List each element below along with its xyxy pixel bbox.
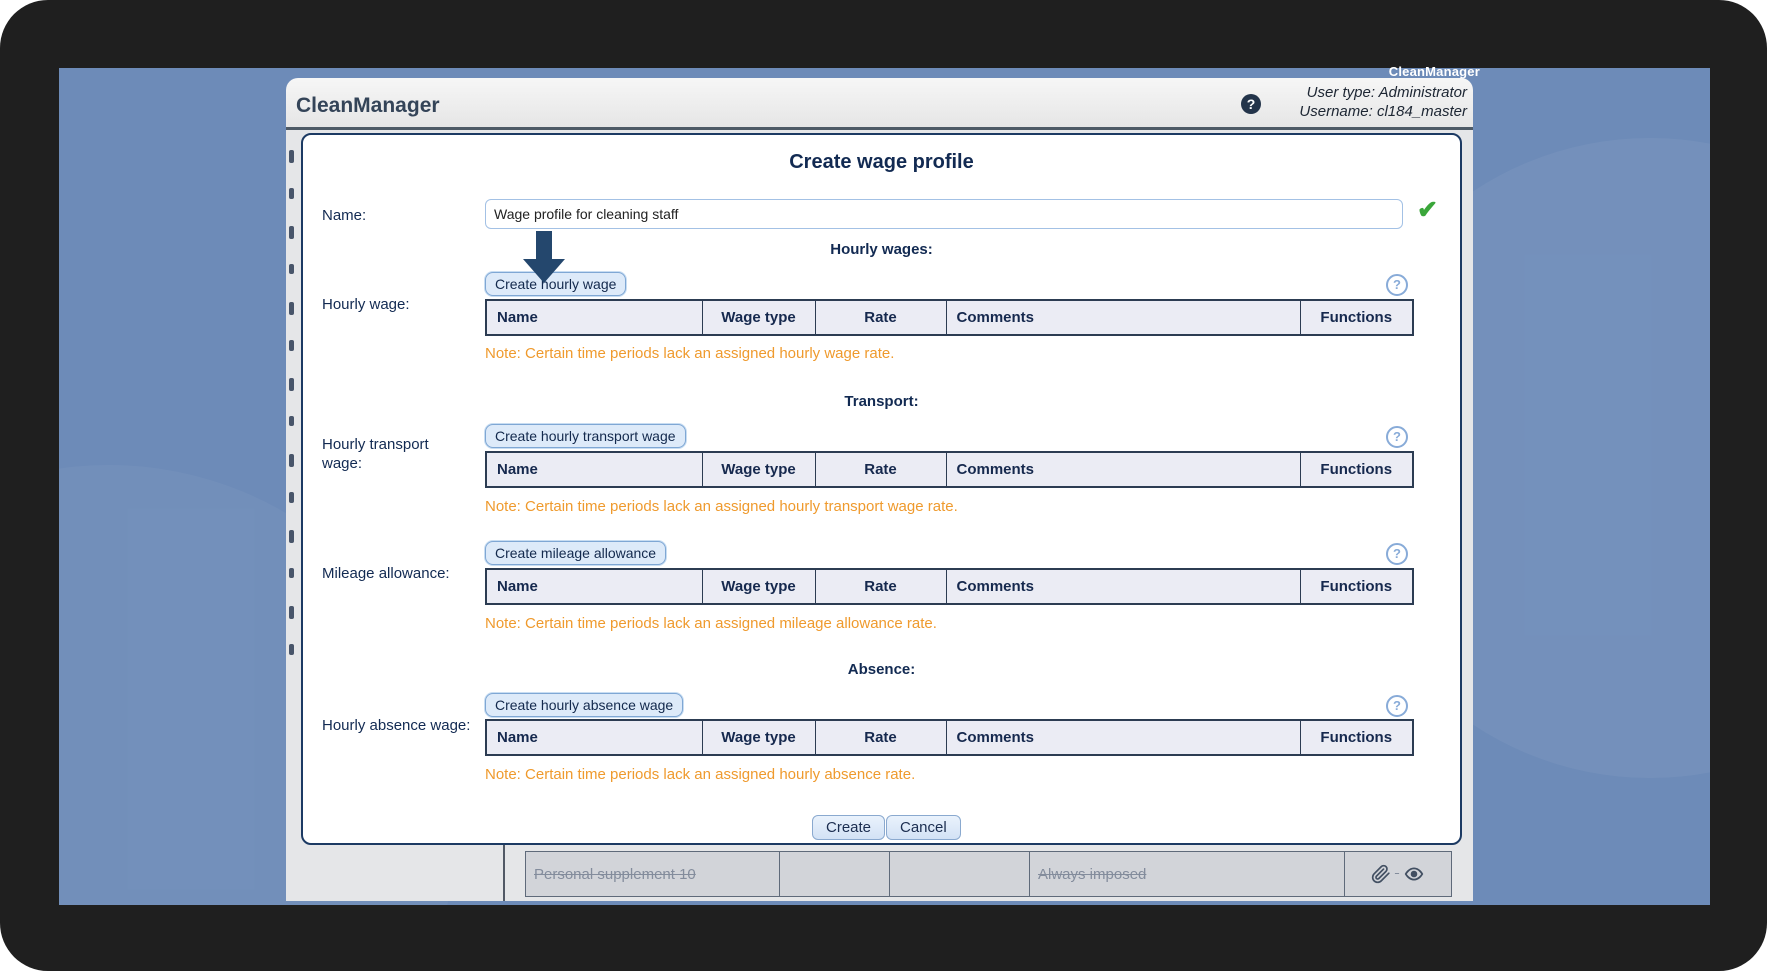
column-header: Name bbox=[485, 719, 703, 756]
create-wage-profile-dialog: Create wage profile Name: ✔ Hourly wages… bbox=[301, 133, 1462, 845]
warning-note: Note: Certain time periods lack an assig… bbox=[485, 766, 916, 783]
column-header: Comments bbox=[945, 719, 1301, 756]
username-text: Username: cl184_master bbox=[1299, 103, 1467, 120]
hourly-transport-wage-label: Hourly transport wage: bbox=[322, 436, 429, 472]
tutorial-arrow-icon bbox=[523, 259, 565, 283]
warning-note: Note: Certain time periods lack an assig… bbox=[485, 498, 958, 515]
column-header: Wage type bbox=[701, 451, 816, 488]
column-header: Comments bbox=[945, 451, 1301, 488]
mileage-allowance-label: Mileage allowance: bbox=[322, 565, 450, 582]
name-input[interactable] bbox=[485, 199, 1403, 229]
hourly-absence-wage-table: Name Wage type Rate Comments Functions bbox=[485, 719, 1414, 756]
column-header: Functions bbox=[1299, 568, 1414, 605]
create-hourly-transport-wage-button[interactable]: Create hourly transport wage bbox=[485, 424, 686, 448]
column-header: Rate bbox=[814, 299, 947, 336]
help-icon[interactable]: ? bbox=[1386, 426, 1408, 448]
hourly-wage-table: Name Wage type Rate Comments Functions bbox=[485, 299, 1414, 336]
name-label: Name: bbox=[322, 207, 367, 224]
column-header: Rate bbox=[814, 451, 947, 488]
screenshot-stage: CleanManager CleanManager ? User type: A… bbox=[0, 0, 1767, 971]
warning-note: Note: Certain time periods lack an assig… bbox=[485, 615, 937, 632]
column-header: Name bbox=[485, 451, 703, 488]
column-header: Wage type bbox=[701, 719, 816, 756]
section-heading-transport: Transport: bbox=[844, 393, 919, 410]
warning-note: Note: Certain time periods lack an assig… bbox=[485, 345, 895, 362]
hourly-absence-wage-label: Hourly absence wage: bbox=[322, 717, 471, 734]
help-icon[interactable]: ? bbox=[1386, 274, 1408, 296]
help-icon[interactable]: ? bbox=[1386, 543, 1408, 565]
column-header: Functions bbox=[1299, 719, 1414, 756]
column-header: Functions bbox=[1299, 299, 1414, 336]
create-button[interactable]: Create bbox=[812, 815, 886, 840]
section-heading-absence: Absence: bbox=[847, 661, 916, 678]
hourly-transport-wage-table: Name Wage type Rate Comments Functions bbox=[485, 451, 1414, 488]
column-header: Wage type bbox=[701, 299, 816, 336]
app-title: CleanManager bbox=[296, 94, 440, 117]
help-icon[interactable]: ? bbox=[1386, 695, 1408, 717]
tutorial-arrow-icon bbox=[536, 231, 552, 259]
column-header: Rate bbox=[814, 568, 947, 605]
page-watermark-title: CleanManager bbox=[1388, 64, 1480, 79]
mileage-allowance-table: Name Wage type Rate Comments Functions bbox=[485, 568, 1414, 605]
column-header: Comments bbox=[945, 299, 1301, 336]
section-heading-hourly-wages: Hourly wages: bbox=[830, 241, 933, 258]
user-info: User type: Administrator Username: cl184… bbox=[1299, 83, 1467, 121]
create-hourly-absence-wage-button[interactable]: Create hourly absence wage bbox=[485, 693, 684, 717]
app-header-bar: CleanManager ? User type: Administrator … bbox=[286, 78, 1473, 130]
column-header: Functions bbox=[1299, 451, 1414, 488]
column-header: Name bbox=[485, 299, 703, 336]
hourly-wage-label: Hourly wage: bbox=[322, 296, 410, 313]
help-icon[interactable]: ? bbox=[1241, 94, 1261, 114]
user-type-text: User type: Administrator bbox=[1306, 84, 1467, 101]
column-header: Comments bbox=[945, 568, 1301, 605]
valid-check-icon: ✔ bbox=[1417, 196, 1438, 224]
column-header: Rate bbox=[814, 719, 947, 756]
column-header: Name bbox=[485, 568, 703, 605]
create-mileage-allowance-button[interactable]: Create mileage allowance bbox=[485, 541, 667, 565]
cancel-button[interactable]: Cancel bbox=[886, 815, 961, 840]
dialog-title: Create wage profile bbox=[789, 151, 974, 173]
column-header: Wage type bbox=[701, 568, 816, 605]
